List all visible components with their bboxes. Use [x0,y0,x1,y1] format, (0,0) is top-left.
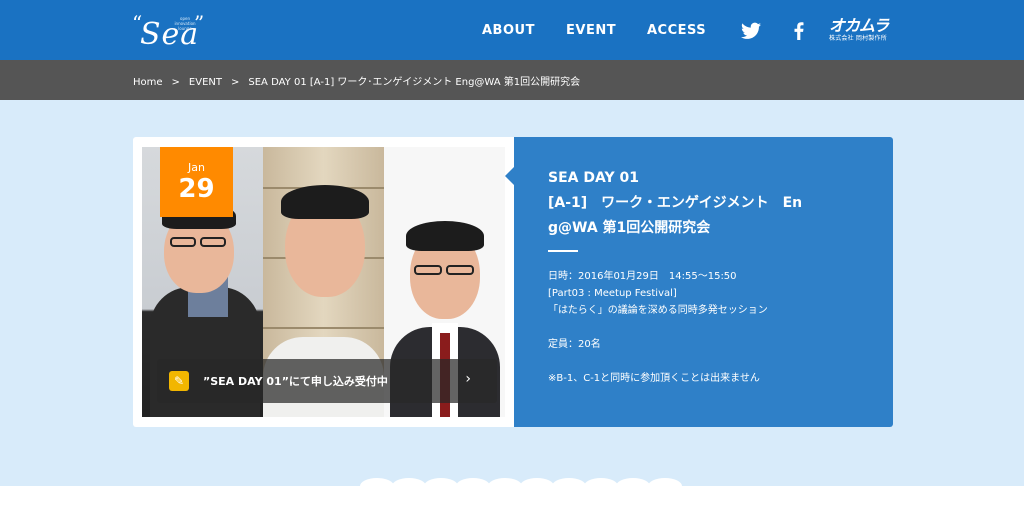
event-details: 日時：2016年01月29日 14:55〜15:50 [Part03 : Mee… [548,268,768,387]
date-month: Jan [188,161,205,174]
event-title-line: g@WA 第1回公開研究会 [548,220,711,236]
cta-label: ”SEA DAY 01”にて申し込み受付中 [203,375,388,388]
event-title: SEA DAY 01 [A-1] ワーク・エンゲイジメント En g@WA 第1… [548,166,848,241]
panel-pointer [505,167,514,185]
event-title-line: SEA DAY 01 [548,170,639,186]
event-capacity: 定員：20名 [548,339,601,350]
sea-logo[interactable]: “ Sea ” open innovation lounge [132,11,204,52]
event-part: [Part03 : Meetup Festival] [548,288,677,299]
company-name: オカムラ [829,16,889,35]
nav-event[interactable]: EVENT [566,23,616,38]
event-card: Jan 29 ✎ ”SEA DAY 01”にて申し込み受付中 › SEA DAY… [133,137,893,427]
event-note: ※B-1、C-1と同時に参加頂くことは出来ません [548,373,760,384]
breadcrumb: Home > EVENT > SEA DAY 01 [A-1] ワーク･エンゲイジメント… [133,73,580,88]
logo-tagline: open innovation lounge [174,16,196,31]
date-badge: Jan 29 [160,147,233,217]
pencil-icon: ✎ [169,371,189,391]
breadcrumb-event[interactable]: EVENT [189,77,222,88]
event-info-panel: SEA DAY 01 [A-1] ワーク・エンゲイジメント En g@WA 第1… [505,137,893,427]
event-datetime: 日時：2016年01月29日 14:55〜15:50 [548,271,737,282]
site-header: “ Sea ” open innovation lounge ABOUT EVE… [0,0,1024,60]
nav-about[interactable]: ABOUT [482,23,535,38]
breadcrumb-separator: > [171,77,180,88]
company-subtitle: 株式会社 岡村製作所 [829,35,887,42]
breadcrumb-bar: Home > EVENT > SEA DAY 01 [A-1] ワーク･エンゲイジメント… [0,60,1024,100]
breadcrumb-current: SEA DAY 01 [A-1] ワーク･エンゲイジメント Eng@WA 第1回… [248,77,581,88]
twitter-icon[interactable] [741,22,761,40]
okamura-logo[interactable]: オカムラ 株式会社 岡村製作所 [829,17,891,43]
event-session: 「はたらく」の議論を深める同時多発セッション [548,305,768,316]
facebook-icon[interactable] [789,22,809,40]
chevron-right-icon: › [465,371,471,387]
registration-cta-button[interactable]: ✎ ”SEA DAY 01”にて申し込み受付中 › [157,359,497,403]
event-title-line: [A-1] ワーク・エンゲイジメント En [548,195,803,211]
nav-access[interactable]: ACCESS [647,23,706,38]
wave-divider [0,478,1024,506]
breadcrumb-separator: > [231,77,240,88]
breadcrumb-home[interactable]: Home [133,77,163,88]
date-day: 29 [178,174,215,204]
title-divider [548,250,578,252]
